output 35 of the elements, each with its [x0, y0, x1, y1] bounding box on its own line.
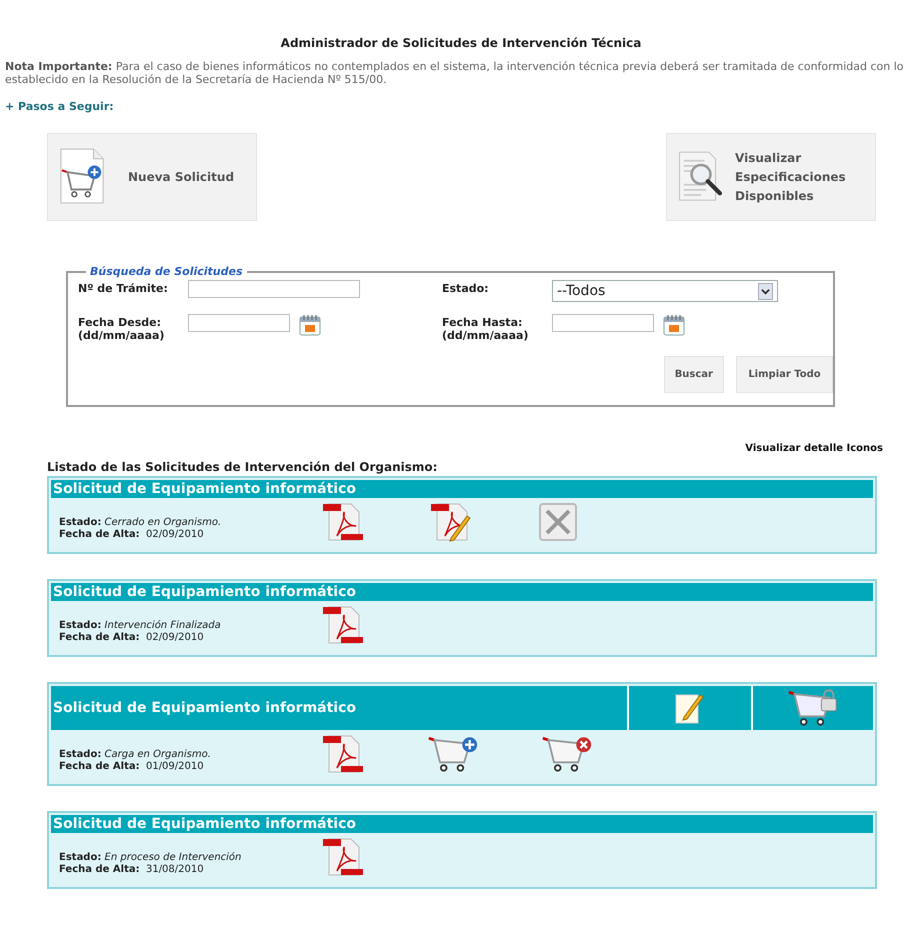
- icons-detail-link[interactable]: Visualizar detalle Iconos: [745, 443, 883, 454]
- request-title: Solicitud de Equipamiento informático: [52, 480, 358, 498]
- estado-text: Estado: Carga en Organismo.: [59, 749, 212, 761]
- search-legend: Búsqueda de Solicitudes: [86, 265, 247, 278]
- field-label: Estado:: [442, 281, 490, 295]
- fecha-text: Fecha de Alta: 31/08/2010: [59, 864, 205, 876]
- estado-text: Estado: Cerrado en Organismo.: [59, 517, 222, 529]
- request-title: Solicitud de Equipamiento informático: [52, 699, 358, 718]
- cart-lock-icon[interactable]: [787, 688, 839, 728]
- specs-button[interactable]: Visualizar Especificaciones Disponibles: [666, 133, 876, 221]
- request-title: Solicitud de Equipamiento informático: [52, 583, 358, 601]
- note-text: Nota Importante: Para el caso de bienes informáticos no contemplados en el sistema, la intervención técnica previa deberá ser tramitada de conformidad con lo establecido en la Resolución de la Secretaría de Hacienda Nº 515/00.: [5, 60, 904, 86]
- search-button[interactable]: Buscar: [664, 356, 724, 393]
- cart-remove-icon[interactable]: [541, 734, 593, 774]
- date-from-field[interactable]: [188, 314, 290, 332]
- new-request-button[interactable]: Nueva Solicitud: [47, 133, 257, 221]
- field-label: Fecha Desde: (dd/mm/aaaa): [78, 315, 166, 342]
- fecha-text: Fecha de Alta: 02/09/2010: [59, 632, 205, 644]
- calendar-icon[interactable]: [299, 314, 321, 336]
- clear-button[interactable]: Limpiar Todo: [736, 356, 833, 393]
- list-heading: Listado de las Solicitudes de Intervención del Organismo:: [47, 460, 438, 474]
- estado-dropdown[interactable]: --Todos: [552, 280, 778, 302]
- tramite-field[interactable]: [188, 280, 360, 298]
- fecha-text: Fecha de Alta: 01/09/2010: [59, 761, 205, 773]
- estado-text: Estado: Intervención Finalizada: [59, 620, 222, 632]
- field-label: Fecha Hasta: (dd/mm/aaaa): [442, 315, 530, 342]
- steps-link[interactable]: + Pasos a Seguir:: [5, 100, 114, 113]
- estado-text: Estado: En proceso de Intervención: [59, 852, 242, 864]
- request-title: Solicitud de Equipamiento informático: [52, 815, 358, 833]
- date-to-field[interactable]: [552, 314, 654, 332]
- page-title: Administrador de Solicitudes de Intervención Técnica: [280, 36, 642, 50]
- cart-plus-icon[interactable]: [427, 734, 479, 774]
- field-label: Nº de Trámite:: [78, 281, 169, 295]
- calendar-icon[interactable]: [663, 314, 685, 336]
- fecha-text: Fecha de Alta: 02/09/2010: [59, 529, 205, 541]
